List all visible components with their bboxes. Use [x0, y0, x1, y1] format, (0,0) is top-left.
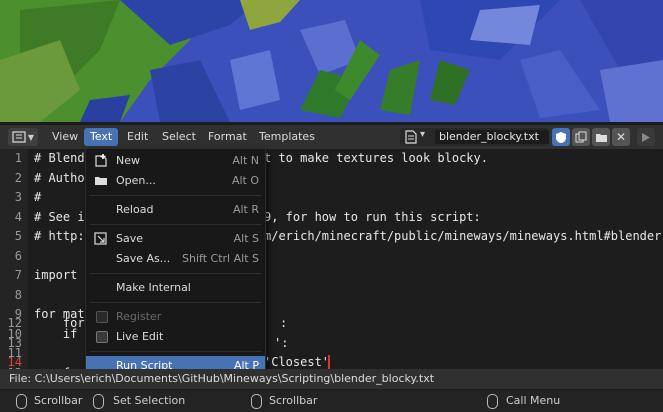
live-edit-checkbox[interactable] — [96, 331, 108, 343]
editor-type-button[interactable]: ▼ — [8, 128, 38, 146]
text-datablock-selector[interactable]: ▾ blender_blocky.txt — [400, 128, 549, 146]
menu-item-open[interactable]: Open... Alt O — [86, 171, 265, 190]
status-bar: Scrollbar Set Selection Scrollbar Call M… — [0, 390, 663, 412]
close-icon: ✕ — [615, 130, 627, 144]
chevron-down-icon: ▾ — [420, 129, 426, 140]
menu-item-new[interactable]: New Alt N — [86, 151, 265, 170]
duplicate-button[interactable] — [572, 128, 590, 146]
folder-icon — [595, 133, 607, 142]
status-hint: Call Menu — [506, 394, 561, 407]
register-checkbox — [96, 311, 108, 323]
menu-separator — [90, 224, 261, 225]
menu-templates[interactable]: Templates — [253, 128, 321, 146]
menu-item-save-as[interactable]: Save As... Shift Ctrl Alt S — [86, 249, 265, 268]
menu-separator — [90, 351, 261, 352]
fake-user-button[interactable] — [552, 128, 570, 146]
play-icon — [642, 132, 650, 142]
unlink-button[interactable]: ✕ — [612, 128, 630, 146]
menu-text[interactable]: Text — [84, 128, 119, 146]
text-name-field[interactable]: blender_blocky.txt — [435, 130, 549, 144]
menu-separator — [90, 302, 261, 303]
text-editor-header: ▼ View Text Edit Select Format Templates… — [0, 124, 663, 149]
menu-item-reload[interactable]: Reload Alt R — [86, 200, 265, 219]
menu-item-make-internal[interactable]: Make Internal — [86, 278, 265, 297]
mouse-right-icon — [487, 394, 498, 409]
viewport-render — [0, 0, 663, 122]
run-script-button[interactable] — [637, 128, 655, 146]
menu-select[interactable]: Select — [156, 128, 202, 146]
menu-item-live-edit[interactable]: Live Edit — [86, 327, 265, 346]
text-menu-dropdown: New Alt N Open... Alt O Reload Alt R Save Al… — [85, 148, 266, 378]
new-file-icon — [95, 154, 107, 167]
text-editor-footer: File: C:\Users\erich\Documents\GitHub\Mi… — [0, 369, 663, 389]
menu-separator — [90, 195, 261, 196]
file-path-label: File: C:\Users\erich\Documents\GitHub\Mi… — [9, 372, 435, 385]
text-file-icon — [405, 130, 417, 144]
menu-item-register: Register — [86, 307, 265, 326]
mouse-left-icon — [16, 394, 27, 409]
duplicate-icon — [575, 131, 587, 143]
text-editor-icon — [12, 131, 26, 143]
chevron-down-icon: ▼ — [27, 132, 35, 142]
mouse-left-icon — [93, 394, 104, 409]
status-hint: Set Selection — [113, 394, 186, 407]
status-hint: Scrollbar — [269, 394, 318, 407]
menu-separator — [90, 273, 261, 274]
menu-edit[interactable]: Edit — [121, 128, 154, 146]
open-button[interactable] — [592, 128, 610, 146]
status-hint: Scrollbar — [34, 394, 83, 407]
shield-icon — [556, 131, 566, 143]
menu-format[interactable]: Format — [202, 128, 253, 146]
mouse-middle-icon — [251, 394, 262, 409]
folder-icon — [95, 177, 107, 185]
save-icon — [94, 232, 107, 245]
menu-view[interactable]: View — [46, 128, 84, 146]
viewport-3d[interactable] — [0, 0, 663, 122]
menu-item-save[interactable]: Save Alt S — [86, 229, 265, 248]
